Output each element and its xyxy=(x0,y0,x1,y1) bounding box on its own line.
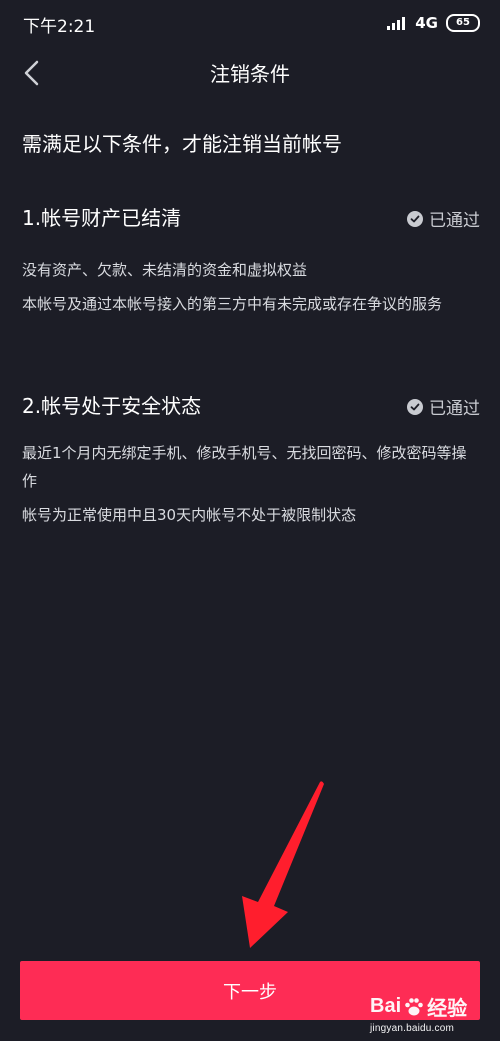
annotation-arrow-icon xyxy=(242,781,324,948)
condition-status: 已通过 xyxy=(407,394,480,419)
paw-icon xyxy=(405,997,423,1015)
status-passed-label: 已通过 xyxy=(429,211,480,231)
condition-status: 已通过 xyxy=(407,206,480,231)
baidu-jingyan-watermark: Bai 经验 jingyan.baidu.com xyxy=(370,992,486,1034)
signal-icon xyxy=(387,16,407,30)
watermark-logo: Bai 经验 xyxy=(370,992,486,1021)
condition-detail: 没有资产、欠款、未结清的资金和虚拟权益 xyxy=(22,261,308,279)
condition-detail: 最近1个月内无绑定手机、修改手机号、无找回密码、修改密码等操作 xyxy=(22,444,467,490)
condition-detail: 帐号为正常使用中且30天内帐号不处于被限制状态 xyxy=(22,506,357,524)
network-type: 4G xyxy=(415,14,438,32)
battery-icon: 65 xyxy=(446,14,480,32)
check-circle-icon xyxy=(407,398,423,415)
status-bar: 下午2:21 4G 65 xyxy=(0,0,500,46)
intro-text: 需满足以下条件，才能注销当前帐号 xyxy=(22,132,342,156)
condition-assets-settled: 1.帐号财产已结清 已通过 没有资产、欠款、未结清的资金和虚拟权益 本帐号及通过… xyxy=(22,202,480,318)
condition-account-secure: 2.帐号处于安全状态 已通过 最近1个月内无绑定手机、修改手机号、无找回密码、修… xyxy=(22,390,480,529)
condition-detail: 本帐号及通过本帐号接入的第三方中有未完成或存在争议的服务 xyxy=(22,295,443,313)
status-passed-label: 已通过 xyxy=(429,399,480,419)
nav-bar: 注销条件 xyxy=(0,46,500,98)
watermark-brand: 经验 xyxy=(427,998,468,1020)
status-time: 下午2:21 xyxy=(23,17,96,37)
check-circle-icon xyxy=(407,210,423,227)
page-title: 注销条件 xyxy=(210,62,290,86)
watermark-brand: Bai xyxy=(370,995,402,1017)
watermark-site: jingyan.baidu.com xyxy=(370,1023,455,1034)
status-indicators: 4G 65 xyxy=(387,12,480,34)
